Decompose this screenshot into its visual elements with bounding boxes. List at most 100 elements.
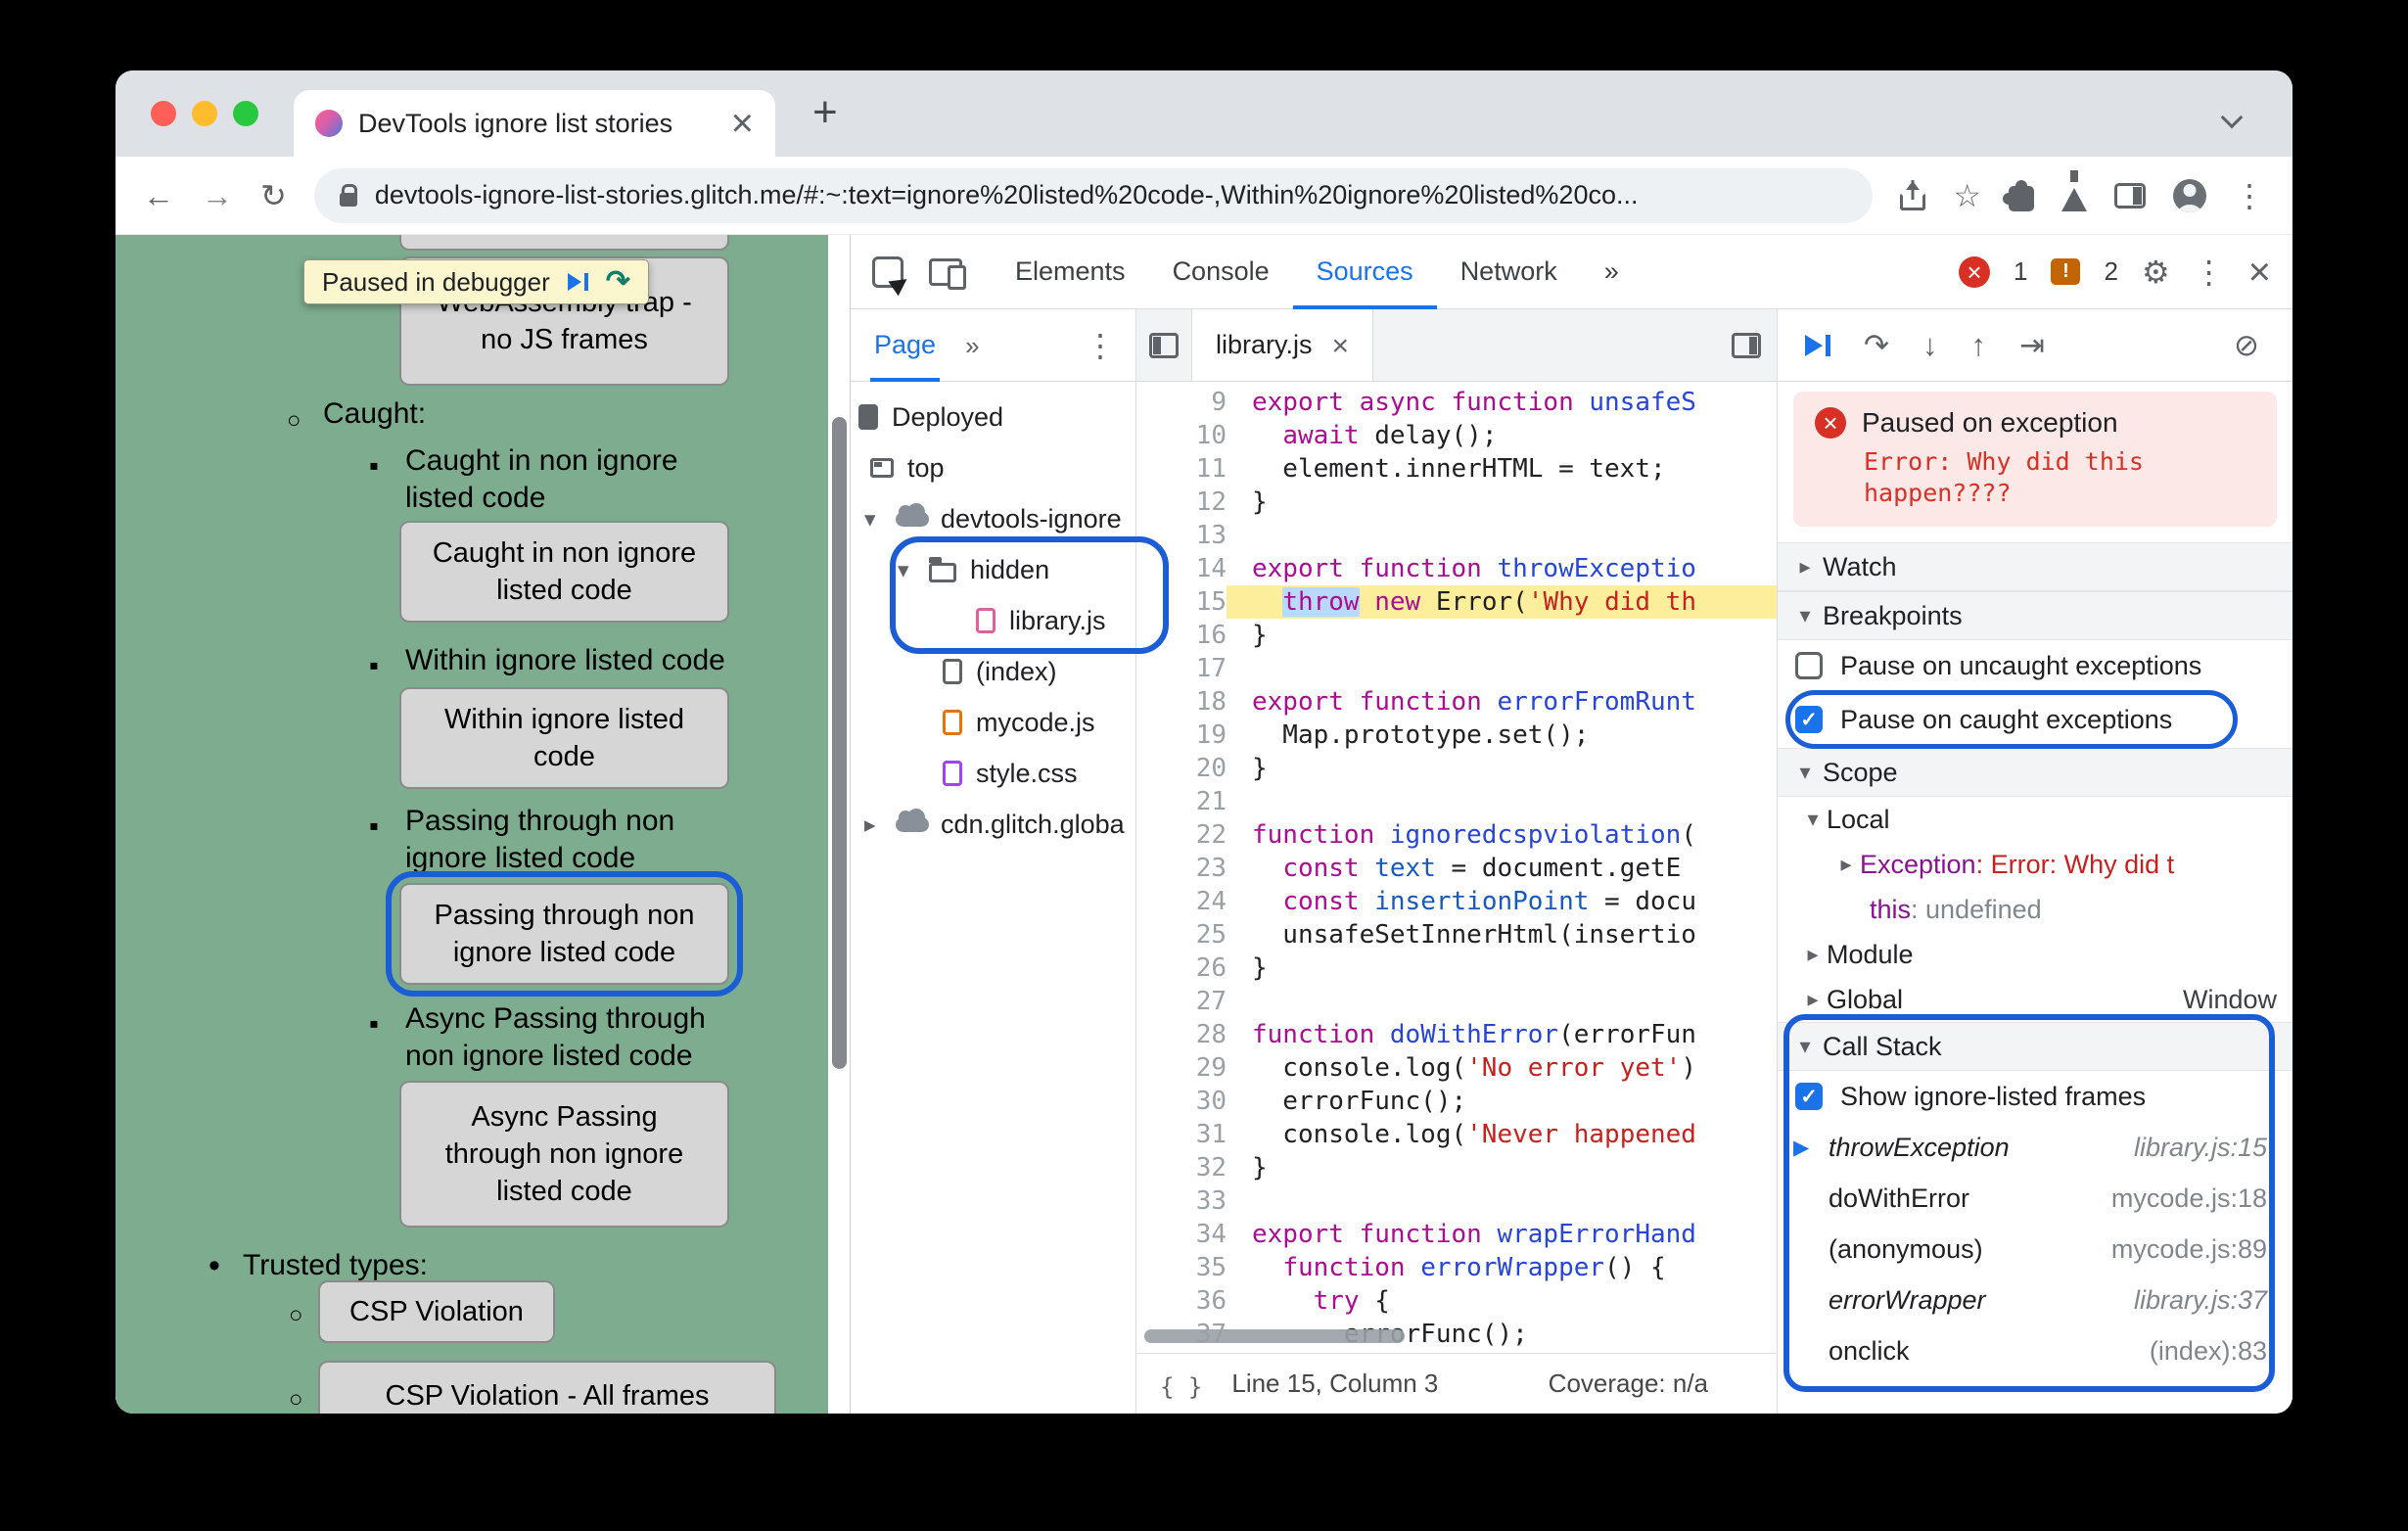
code-text[interactable]: await delay(); [1227, 419, 1777, 452]
share-icon[interactable] [1900, 192, 1926, 210]
tree-item-devtools-ignore[interactable]: devtools-ignore [851, 493, 1135, 544]
browser-tab[interactable]: DevTools ignore list stories [294, 90, 775, 157]
issues-icon[interactable] [2051, 258, 2081, 285]
code-text[interactable]: console.log('No error yet') [1227, 1051, 1777, 1085]
code-text[interactable]: export async function unsafeS [1227, 386, 1777, 419]
code-text[interactable]: throw new Error('Why did th [1227, 585, 1777, 619]
code-text[interactable]: unsafeSetInnerHtml(insertio [1227, 918, 1777, 951]
line-number[interactable]: 31 [1136, 1118, 1227, 1151]
scope-module-row[interactable]: Module [1778, 932, 2292, 977]
breakpoints-section-header[interactable]: Breakpoints [1778, 591, 2292, 640]
code-text[interactable] [1227, 519, 1777, 552]
page-scrollbar[interactable] [832, 417, 847, 1069]
profile-avatar[interactable] [2173, 178, 2206, 212]
stack-frame-anonymous[interactable]: (anonymous) mycode.js:89 [1778, 1224, 2292, 1275]
scope-section-header[interactable]: Scope [1778, 748, 2292, 797]
inspect-element-icon[interactable] [872, 255, 903, 288]
browser-menu-icon[interactable] [2234, 180, 2265, 211]
caught-button[interactable]: Caught in non ignore listed code [399, 521, 729, 623]
hide-navigator-icon[interactable] [1136, 309, 1191, 381]
code-text[interactable]: function errorWrapper() { [1227, 1251, 1777, 1284]
bookmark-star-icon[interactable] [1953, 180, 1981, 211]
line-number[interactable]: 22 [1136, 818, 1227, 852]
line-number[interactable]: 28 [1136, 1018, 1227, 1051]
tab-elements[interactable]: Elements [992, 235, 1149, 309]
line-number[interactable]: 34 [1136, 1218, 1227, 1251]
deactivate-breakpoints-icon[interactable] [2234, 330, 2259, 360]
code-text[interactable]: export function errorFromRunt [1227, 685, 1777, 719]
code-text[interactable]: element.innerHTML = text; [1227, 452, 1777, 486]
step-into-icon[interactable] [1922, 330, 1938, 360]
csp-violation-all-frames-button[interactable]: CSP Violation - All frames [318, 1361, 776, 1414]
back-button[interactable] [143, 180, 174, 211]
code-text[interactable]: export function wrapErrorHand [1227, 1218, 1777, 1251]
code-text[interactable]: } [1227, 486, 1777, 519]
line-number[interactable]: 15 [1136, 585, 1227, 619]
scope-exception-row[interactable]: Exception: Error: Why did t [1778, 842, 2292, 887]
line-number[interactable]: 25 [1136, 918, 1227, 951]
devtools-close-icon[interactable] [2248, 253, 2271, 292]
line-number[interactable]: 33 [1136, 1184, 1227, 1218]
code-text[interactable]: const insertionPoint = docu [1227, 885, 1777, 918]
line-number[interactable]: 29 [1136, 1051, 1227, 1085]
tree-item-cdn-glitch[interactable]: cdn.glitch.globa [851, 799, 1135, 850]
tree-item-style-css[interactable]: style.css [851, 748, 1135, 799]
pause-uncaught-checkbox[interactable] [1795, 652, 1823, 679]
tab-close-icon[interactable] [731, 104, 754, 143]
code-text[interactable] [1227, 785, 1777, 818]
code-area[interactable]: 9 export async function unsafeS 10 await d… [1136, 382, 1777, 1353]
step-over-icon[interactable] [1864, 330, 1889, 360]
url-text[interactable]: devtools-ignore-list-stories.glitch.me/#… [375, 180, 1639, 210]
line-number[interactable]: 16 [1136, 619, 1227, 652]
tab-network[interactable]: Network [1437, 235, 1581, 309]
tree-item-library-js[interactable]: library.js [851, 595, 1135, 646]
forward-button[interactable] [202, 180, 233, 211]
code-text[interactable] [1227, 1184, 1777, 1218]
reload-button[interactable] [260, 180, 287, 211]
line-number[interactable]: 13 [1136, 519, 1227, 552]
line-number[interactable]: 14 [1136, 552, 1227, 585]
code-text[interactable]: const text = document.getE [1227, 852, 1777, 885]
line-number[interactable]: 27 [1136, 985, 1227, 1018]
line-number[interactable]: 24 [1136, 885, 1227, 918]
stack-frame-errorWrapper[interactable]: errorWrapper library.js:37 [1778, 1275, 2292, 1325]
error-count-icon[interactable] [1959, 255, 1991, 288]
horizontal-scrollbar[interactable] [1144, 1329, 1405, 1343]
watch-section-header[interactable]: Watch [1778, 542, 2292, 591]
resume-script-icon[interactable] [1805, 334, 1830, 356]
show-debugger-icon[interactable] [1732, 309, 1777, 381]
line-number[interactable]: 10 [1136, 419, 1227, 452]
tab-search-chevron-icon[interactable] [2220, 106, 2244, 129]
devtools-menu-icon[interactable] [2194, 256, 2225, 288]
scope-this-row[interactable]: this: undefined [1778, 887, 2292, 932]
navigator-menu-icon[interactable] [1085, 330, 1116, 361]
pause-caught-row[interactable]: Pause on caught exceptions [1778, 694, 2292, 745]
extensions-puzzle-icon[interactable] [2009, 185, 2034, 211]
line-number[interactable]: 18 [1136, 685, 1227, 719]
editor-tab-library-js[interactable]: library.js [1191, 309, 1374, 381]
scope-global-row[interactable]: Global Window [1778, 977, 2292, 1022]
code-text[interactable]: try { [1227, 1284, 1777, 1318]
code-text[interactable]: export function throwExceptio [1227, 552, 1777, 585]
tab-sources[interactable]: Sources [1293, 235, 1437, 309]
close-window-button[interactable] [151, 101, 176, 126]
step-over-icon[interactable] [606, 267, 630, 297]
tree-item-index[interactable]: (index) [851, 646, 1135, 697]
line-number[interactable]: 20 [1136, 752, 1227, 785]
lock-icon[interactable] [339, 183, 357, 207]
line-number[interactable]: 23 [1136, 852, 1227, 885]
maximize-window-button[interactable] [233, 101, 258, 126]
code-text[interactable]: function doWithError(errorFun [1227, 1018, 1777, 1051]
code-text[interactable]: } [1227, 752, 1777, 785]
navigator-more-tabs-icon[interactable] [965, 333, 979, 358]
call-stack-header[interactable]: Call Stack [1778, 1022, 2292, 1071]
code-text[interactable] [1227, 985, 1777, 1018]
code-text[interactable] [1227, 652, 1777, 685]
csp-violation-button[interactable]: CSP Violation [318, 1280, 555, 1343]
within-button[interactable]: Within ignore listed code [399, 687, 729, 789]
new-tab-button[interactable]: + [812, 88, 838, 137]
pretty-print-icon[interactable] [1160, 1369, 1202, 1400]
line-number[interactable]: 21 [1136, 785, 1227, 818]
tree-item-mycode-js[interactable]: mycode.js [851, 697, 1135, 748]
more-tabs-icon[interactable] [1581, 235, 1643, 309]
